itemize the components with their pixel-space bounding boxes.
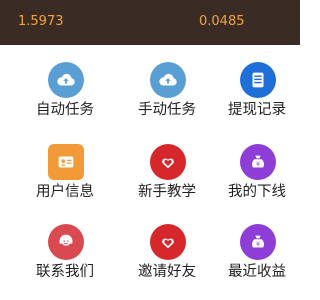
menu-item-recent-earnings[interactable]: ¥ 最近收益 bbox=[207, 212, 307, 292]
balance-value-left: 1.5973 bbox=[18, 14, 64, 29]
money-bag-icon: ¥ bbox=[240, 224, 276, 260]
menu-item-my-downline[interactable]: ¥ 我的下线 bbox=[207, 132, 307, 212]
menu-item-label: 手动任务 bbox=[138, 102, 196, 118]
menu-item-manual-task[interactable]: 手动任务 bbox=[117, 50, 217, 130]
support-agent-icon bbox=[48, 224, 84, 260]
svg-text:¥: ¥ bbox=[256, 160, 260, 168]
svg-text:¥: ¥ bbox=[256, 240, 260, 248]
menu-item-label: 新手教学 bbox=[138, 184, 196, 200]
cloud-upload-icon bbox=[48, 62, 84, 98]
menu-item-label: 提现记录 bbox=[228, 102, 286, 118]
menu-item-invite-friends[interactable]: 邀请好友 bbox=[117, 212, 217, 292]
menu-item-label: 自动任务 bbox=[36, 102, 94, 118]
hearts-icon bbox=[150, 224, 186, 260]
menu-item-auto-task[interactable]: 自动任务 bbox=[15, 50, 115, 130]
menu-item-withdraw-history[interactable]: 提现记录 bbox=[207, 50, 307, 130]
money-bag-icon: ¥ bbox=[240, 144, 276, 180]
document-list-icon bbox=[240, 62, 276, 98]
balance-header-bar: 1.5973 0.0485 bbox=[0, 0, 300, 45]
menu-item-contact-us[interactable]: 联系我们 bbox=[15, 212, 115, 292]
menu-item-label: 邀请好友 bbox=[138, 264, 196, 280]
menu-item-beginner-guide[interactable]: 新手教学 bbox=[117, 132, 217, 212]
balance-value-right: 0.0485 bbox=[199, 14, 245, 29]
menu-grid: 自动任务 手动任务 提现记录 用户信息 新手教学 ¥ 我的下线 联系我们 邀请好… bbox=[0, 45, 300, 300]
menu-item-label: 用户信息 bbox=[36, 184, 94, 200]
menu-item-label: 联系我们 bbox=[36, 264, 94, 280]
menu-item-label: 最近收益 bbox=[228, 264, 286, 280]
menu-item-user-info[interactable]: 用户信息 bbox=[15, 132, 115, 212]
menu-item-label: 我的下线 bbox=[228, 184, 286, 200]
cloud-upload-icon bbox=[150, 62, 186, 98]
id-card-icon bbox=[48, 144, 84, 180]
hearts-icon bbox=[150, 144, 186, 180]
